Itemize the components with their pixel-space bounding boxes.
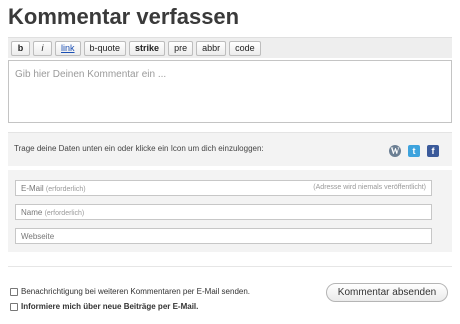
wordpress-icon[interactable]: W <box>389 145 401 157</box>
bold-button[interactable]: b <box>11 40 30 56</box>
name-field[interactable]: Name (erforderlich) <box>15 204 432 220</box>
email-field[interactable]: E-Mail (erforderlich) (Adresse wird niem… <box>15 180 432 196</box>
abbr-button[interactable]: abbr <box>196 40 227 56</box>
pre-button[interactable]: pre <box>168 40 194 56</box>
name-required-hint: (erforderlich) <box>44 210 85 217</box>
twitter-icon[interactable]: t <box>408 145 420 157</box>
submit-comment-button[interactable]: Kommentar absenden <box>326 283 448 302</box>
comment-textarea[interactable]: Gib hier Deinen Kommentar ein ... <box>8 60 452 123</box>
notify-comments-label: Benachrichtigung bei weiteren Kommentare… <box>21 287 251 296</box>
notify-posts-checkbox[interactable] <box>10 302 18 311</box>
format-toolbar: b i link b-quote strike pre abbr code <box>8 37 452 58</box>
link-button[interactable]: link <box>55 40 81 56</box>
website-field[interactable]: Webseite <box>15 228 432 244</box>
notify-posts-label: Informiere mich über neue Beiträge per E… <box>21 302 199 311</box>
notify-comments-option[interactable]: Benachrichtigung bei weiteren Kommentare… <box>10 287 250 296</box>
email-required-hint: (erforderlich) <box>45 186 86 193</box>
website-label: Webseite <box>21 232 55 241</box>
login-bar: Trage deine Daten unten ein oder klicke … <box>8 132 452 166</box>
strike-button[interactable]: strike <box>129 40 166 56</box>
name-label: Name <box>21 208 43 217</box>
italic-button[interactable]: i <box>33 40 52 56</box>
divider <box>8 266 452 267</box>
notify-comments-checkbox[interactable] <box>10 287 18 296</box>
notify-posts-option[interactable]: Informiere mich über neue Beiträge per E… <box>10 302 198 311</box>
email-label: E-Mail <box>21 184 44 193</box>
facebook-icon[interactable]: f <box>427 145 439 157</box>
comment-form: Kommentar verfassen b i link b-quote str… <box>0 0 460 324</box>
email-privacy-note: (Adresse wird niemals veröffentlicht) <box>313 184 426 191</box>
comment-placeholder: Gib hier Deinen Kommentar ein ... <box>15 69 167 80</box>
page-title: Kommentar verfassen <box>8 4 240 29</box>
login-instructions: Trage deine Daten unten ein oder klicke … <box>14 144 264 153</box>
blockquote-button[interactable]: b-quote <box>83 40 127 56</box>
code-button[interactable]: code <box>229 40 261 56</box>
identity-fields: E-Mail (erforderlich) (Adresse wird niem… <box>8 170 452 252</box>
